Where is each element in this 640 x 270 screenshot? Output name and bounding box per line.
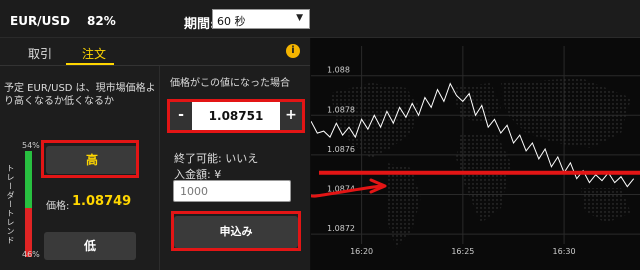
- x-axis-ticks: 16:20 16:25 16:30: [350, 247, 576, 256]
- period-label: 期間:: [184, 17, 215, 32]
- period-select[interactable]: 60 秒 ▼: [212, 9, 310, 29]
- tab-order[interactable]: 注文: [82, 45, 106, 62]
- sentiment-high-percent: 54%: [22, 141, 40, 150]
- trader-trend-label: トレーダートレンド: [6, 164, 15, 245]
- y-tick-label: 1.0878: [327, 105, 355, 114]
- price-chart[interactable]: 1.088 1.0878 1.0876 1.0874 1.0872 16:20 16:25…: [311, 38, 640, 270]
- y-tick-label: 1.088: [327, 66, 350, 75]
- expiry-status: 終了可能: いいえ: [174, 152, 259, 165]
- asset-pair: EUR/USD: [10, 14, 70, 28]
- low-button[interactable]: 低: [44, 232, 136, 260]
- y-tick-label: 1.0872: [327, 224, 355, 233]
- annotation-highlight-high: [41, 140, 139, 178]
- info-icon[interactable]: i: [286, 44, 300, 58]
- chevron-down-icon: ▼: [296, 13, 303, 23]
- direction-column: 予定 EUR/USD は、現市場価格より高くなるか低くなるか 54% 46% ト…: [0, 66, 160, 270]
- tab-bar: 取引 注文 i: [0, 38, 310, 66]
- amount-input[interactable]: 1000: [173, 180, 291, 202]
- trade-panel: 取引 注文 i 予定 EUR/USD は、現市場価格より高くなるか低くなるか 5…: [0, 38, 310, 270]
- top-bar: EUR/USD 82% 期間: 60 秒 ▼: [0, 0, 640, 38]
- trend-high-segment: [25, 151, 32, 209]
- sentiment-low-percent: 46%: [22, 250, 40, 259]
- payout-percent: 82%: [87, 14, 116, 28]
- current-price: 1.08749: [72, 194, 132, 209]
- period-value: 60 秒: [217, 15, 246, 28]
- annotation-highlight-apply: [171, 211, 301, 251]
- x-tick-label: 16:30: [553, 247, 576, 256]
- world-map-background: [331, 78, 631, 248]
- tab-trade[interactable]: 取引: [28, 45, 52, 62]
- price-chart-svg: 1.0881.08781.08761.08741.0872 16:20 16:25…: [311, 46, 640, 256]
- price-label: 価格:: [46, 201, 70, 212]
- annotation-highlight-stepper: [167, 99, 305, 133]
- direction-question: 予定 EUR/USD は、現市場価格より高くなるか低くなるか: [4, 83, 156, 107]
- active-tab-indicator: [66, 63, 114, 65]
- x-tick-label: 16:20: [350, 247, 373, 256]
- x-tick-label: 16:25: [451, 247, 474, 256]
- trader-trend-bar: [25, 151, 32, 257]
- y-tick-label: 1.0876: [327, 145, 355, 154]
- order-question: 価格がこの値になった場合: [170, 78, 290, 89]
- order-column: 価格がこの値になった場合 - 1.08751 + 終了可能: いいえ 入金額: …: [160, 66, 310, 270]
